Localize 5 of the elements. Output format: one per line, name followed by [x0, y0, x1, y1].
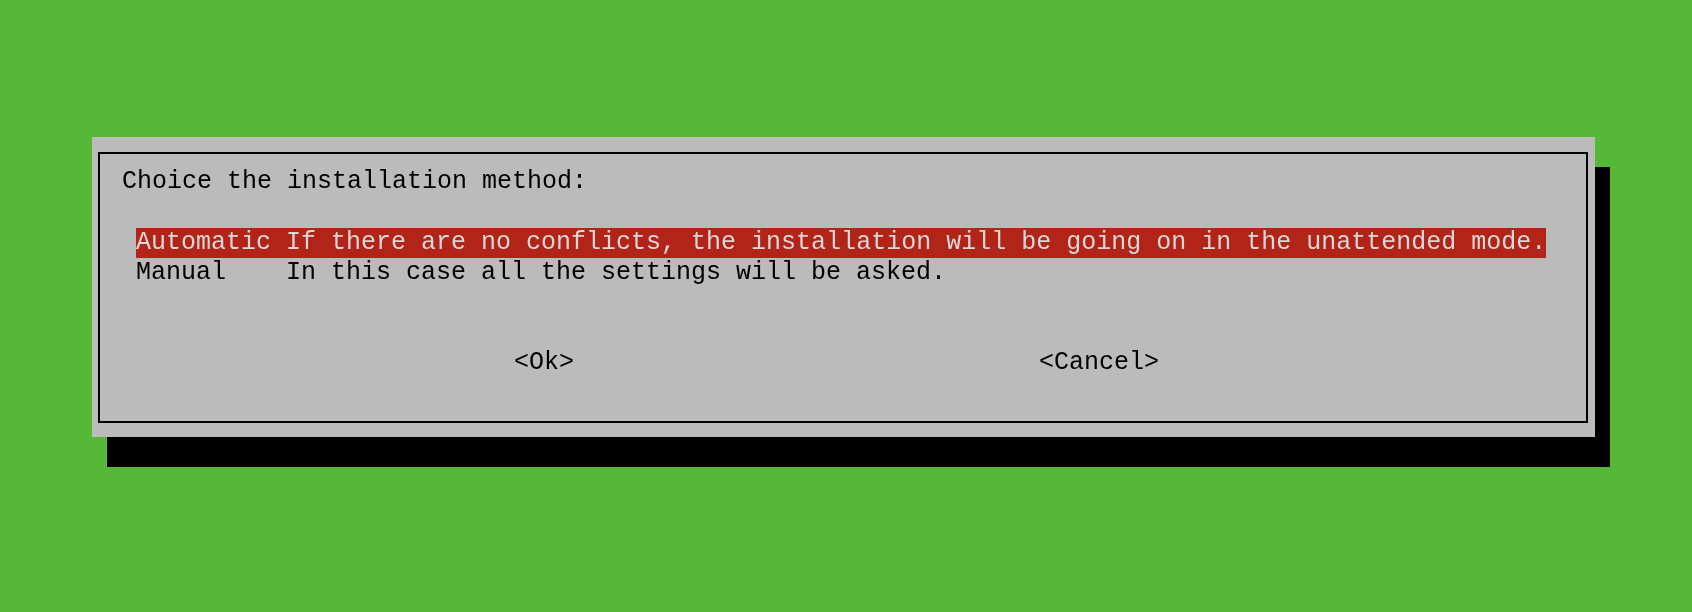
- dialog-prompt: Choice the installation method:: [122, 167, 589, 197]
- menu-option[interactable]: Manual In this case all the settings will be asked.: [136, 258, 947, 288]
- ok-button[interactable]: <Ok>: [514, 348, 574, 378]
- menu-option[interactable]: Automatic If there are no conflicts, the installation will be going on in the unattended mode.: [136, 228, 1547, 258]
- cancel-button[interactable]: <Cancel>: [1039, 348, 1160, 378]
